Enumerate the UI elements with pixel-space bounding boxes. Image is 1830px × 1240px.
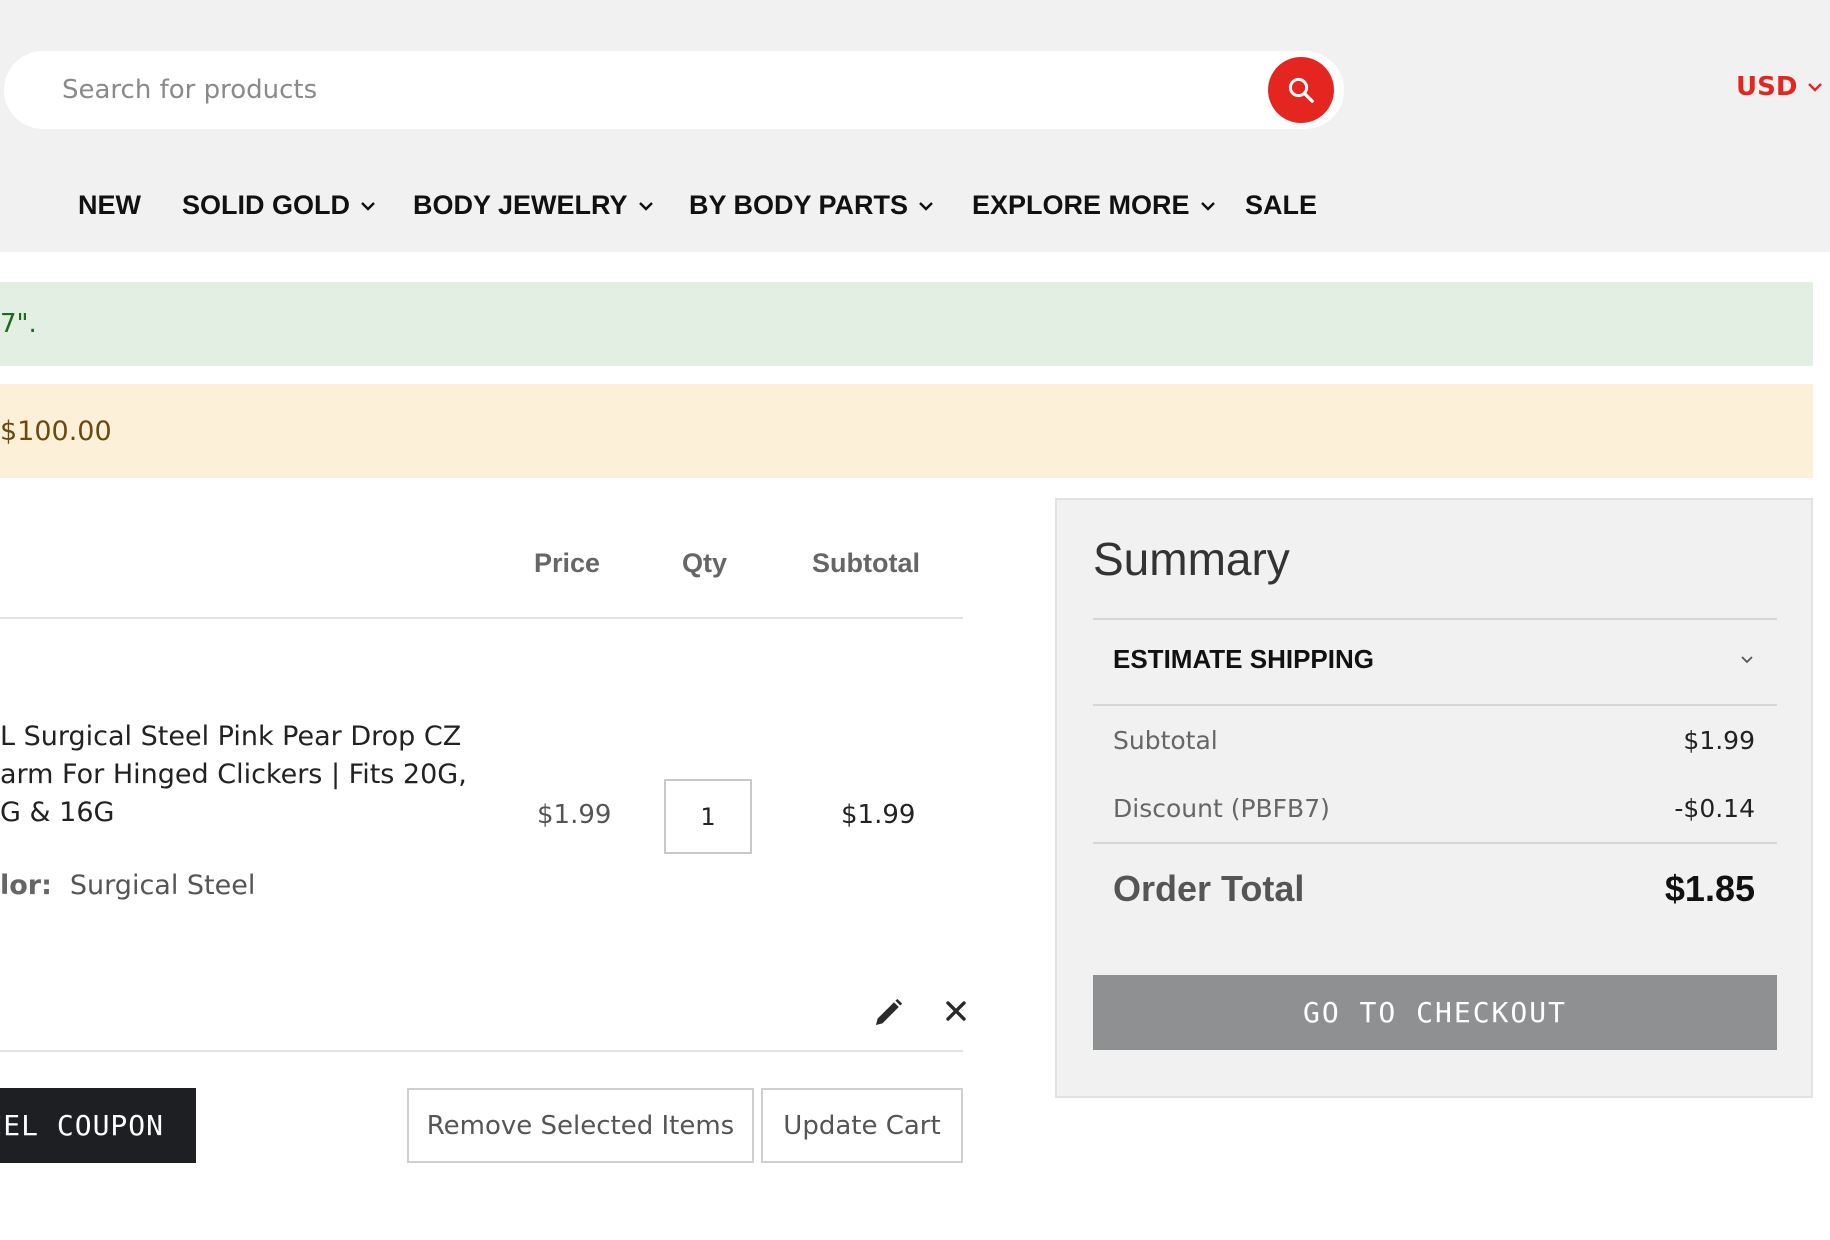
search-input[interactable] <box>62 65 1202 115</box>
currency-switcher[interactable]: USD <box>1736 72 1823 102</box>
notice-message: $100.00 <box>0 384 1813 478</box>
cancel-coupon-button[interactable]: NCEL COUPON <box>0 1088 196 1163</box>
nav-item-new[interactable]: NEW <box>78 190 141 221</box>
search-button[interactable] <box>1268 57 1334 123</box>
nav-label: BODY JEWELRY <box>413 190 628 220</box>
nav-label: EXPLORE MORE <box>972 190 1190 220</box>
column-header-price: Price <box>534 548 601 578</box>
search-bar <box>4 51 1344 129</box>
currency-label: USD <box>1736 72 1798 102</box>
search-icon <box>1288 77 1314 103</box>
nav-item-explore-more[interactable]: EXPLORE MORE <box>972 190 1216 221</box>
summary-discount-label: Discount (PBFB7) <box>1113 794 1330 823</box>
nav-item-body-jewelry[interactable]: BODY JEWELRY <box>413 190 654 221</box>
success-message: 7". <box>0 282 1813 366</box>
nav-label: NEW <box>78 190 141 220</box>
summary-discount-value: -$0.14 <box>1674 794 1755 823</box>
column-header-qty: Qty <box>682 548 728 578</box>
go-to-checkout-button[interactable]: GO TO CHECKOUT <box>1093 975 1777 1050</box>
update-cart-label: Update Cart <box>783 1110 941 1141</box>
qty-input[interactable] <box>664 779 752 854</box>
chevron-down-icon <box>1200 201 1215 211</box>
summary-subtotal-value: $1.99 <box>1683 726 1755 755</box>
remove-selected-label: Remove Selected Items <box>426 1110 735 1141</box>
nav-item-sale[interactable]: SALE <box>1245 190 1317 221</box>
pencil-icon <box>876 998 903 1025</box>
cancel-coupon-label: NCEL COUPON <box>0 1109 164 1142</box>
order-total-value: $1.85 <box>1664 868 1755 909</box>
nav-label: SOLID GOLD <box>182 190 350 220</box>
option-label: lor: <box>0 870 52 901</box>
item-subtotal: $1.99 <box>841 800 916 830</box>
summary-divider <box>1093 618 1777 620</box>
product-name-link[interactable]: L Surgical Steel Pink Pear Drop CZ arm F… <box>0 718 480 832</box>
chevron-down-icon[interactable] <box>1737 650 1757 670</box>
close-icon <box>946 1001 966 1021</box>
chevron-down-icon <box>919 201 933 211</box>
remove-selected-items-button[interactable]: Remove Selected Items <box>407 1088 754 1163</box>
item-row-divider <box>0 1050 963 1052</box>
order-total-label: Order Total <box>1113 868 1305 909</box>
edit-item-button[interactable] <box>870 995 906 1031</box>
option-value: Surgical Steel <box>69 870 256 901</box>
chevron-down-icon <box>1808 83 1823 92</box>
nav-label: BY BODY PARTS <box>689 190 909 220</box>
summary-subtotal-label: Subtotal <box>1113 726 1218 755</box>
remove-item-button[interactable] <box>940 995 972 1027</box>
update-cart-button[interactable]: Update Cart <box>761 1088 963 1163</box>
checkout-label: GO TO CHECKOUT <box>1302 996 1567 1029</box>
order-summary: Summary ESTIMATE SHIPPING Subtotal $1.99… <box>1055 498 1813 1098</box>
column-header-subtotal: Subtotal <box>812 548 920 578</box>
chevron-down-icon <box>361 201 375 211</box>
product-name-line: arm For Hinged Clickers | Fits 20G, <box>0 759 467 790</box>
summary-divider <box>1093 842 1777 844</box>
estimate-shipping-toggle[interactable]: ESTIMATE SHIPPING <box>1113 644 1374 675</box>
item-price: $1.99 <box>537 800 612 830</box>
summary-divider <box>1093 704 1777 706</box>
success-message-text: 7". <box>0 309 37 339</box>
product-name-line: G & 16G <box>0 797 115 828</box>
cart-page: USD NEW SOLID GOLD BODY JEWELRY BY BODY … <box>0 0 1830 1240</box>
product-name-line: L Surgical Steel Pink Pear Drop CZ <box>0 721 462 752</box>
nav-label: SALE <box>1245 190 1318 220</box>
nav-item-solid-gold[interactable]: SOLID GOLD <box>182 190 376 221</box>
table-header-divider <box>0 617 963 619</box>
site-header: USD NEW SOLID GOLD BODY JEWELRY BY BODY … <box>0 0 1830 252</box>
notice-message-text: $100.00 <box>0 415 112 447</box>
nav-item-by-body-parts[interactable]: BY BODY PARTS <box>689 190 934 221</box>
item-option: lor: Surgical Steel <box>0 870 255 901</box>
summary-title: Summary <box>1093 533 1290 585</box>
chevron-down-icon <box>638 201 653 211</box>
